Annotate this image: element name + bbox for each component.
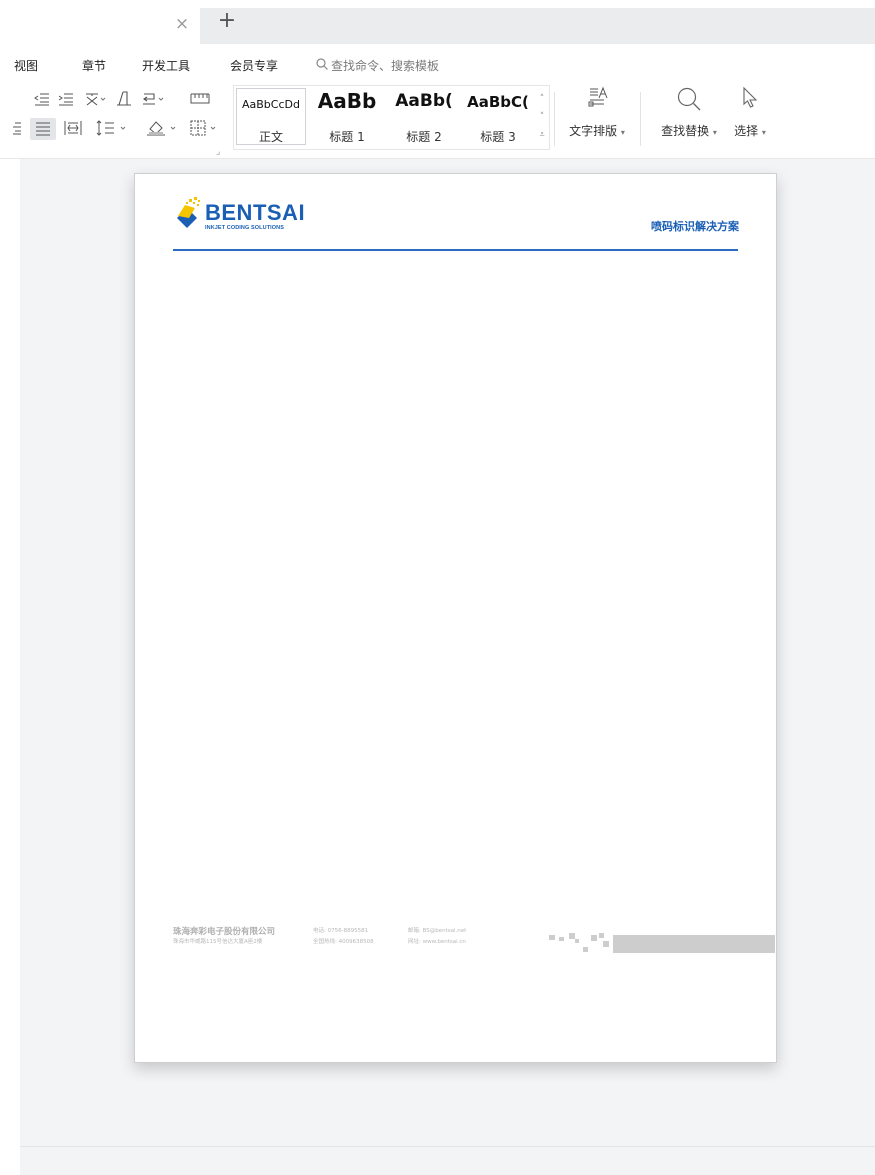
logo-mark-icon bbox=[177, 197, 200, 228]
chinese-layout-icon[interactable] bbox=[84, 91, 106, 110]
ribbon-separator bbox=[554, 92, 555, 146]
footer-address: 珠海市华威路115号信达大厦A座2楼 bbox=[173, 939, 263, 945]
search-icon bbox=[654, 86, 724, 116]
search-icon bbox=[316, 58, 328, 73]
style-gallery: AaBbCcDd 正文 AaBb 标题 1 AaBb( 标题 2 AaBbC( … bbox=[233, 85, 550, 150]
text-layout-label: 文字排版 bbox=[569, 124, 618, 138]
scroll-up-icon[interactable]: ˄ bbox=[537, 90, 547, 108]
footer-website: 网址: www.bentsai.cn bbox=[408, 939, 466, 945]
shading-icon[interactable] bbox=[146, 120, 180, 140]
decrease-indent-icon[interactable] bbox=[34, 92, 50, 110]
menu-bar: 视图 章节 开发工具 会员专享 查找命令、搜索模板 bbox=[0, 52, 875, 78]
dropdown-arrow-icon: ▾ bbox=[761, 128, 766, 137]
style-label: 标题 1 bbox=[329, 130, 365, 144]
more-styles-icon[interactable]: ⩡ bbox=[537, 126, 547, 144]
footer-email: 邮箱: BS@bentsai.net bbox=[408, 928, 467, 934]
document-page[interactable]: BENTSAI INKJET CODING SOLUTIONS 喷码标识解决方案… bbox=[134, 173, 777, 1063]
paragraph-dialog-launcher-icon[interactable]: ⌟ bbox=[216, 144, 220, 160]
menu-item-member[interactable]: 会员专享 bbox=[230, 57, 278, 74]
tab-area bbox=[0, 0, 200, 44]
close-tab-icon[interactable]: × bbox=[172, 14, 192, 34]
distribute-icon[interactable] bbox=[64, 120, 82, 140]
header-slogan: 喷码标识解决方案 bbox=[651, 220, 739, 233]
justify-icon[interactable] bbox=[30, 118, 56, 140]
command-search-box[interactable]: 查找命令、搜索模板 bbox=[316, 57, 439, 74]
header-divider bbox=[173, 249, 738, 251]
footer-phone: 电话: 0756-8895581 bbox=[313, 928, 369, 934]
workspace-left-margin bbox=[0, 159, 20, 1175]
select-button[interactable]: 选择 ▾ bbox=[728, 86, 772, 139]
style-label: 标题 2 bbox=[406, 130, 442, 144]
style-sample: AaBb bbox=[317, 89, 377, 113]
increase-indent-icon[interactable] bbox=[58, 92, 74, 110]
align-right-icon[interactable] bbox=[12, 121, 22, 139]
letterhead-footer: 珠海奔彩电子股份有限公司 珠海市华威路115号信达大厦A座2楼 电话: 0756… bbox=[173, 925, 775, 955]
style-sample: AaBbCcDd bbox=[242, 98, 300, 111]
scroll-down-icon[interactable]: ˅ bbox=[537, 108, 547, 126]
tab-strip-bar bbox=[200, 8, 875, 44]
menu-item-developer-tools[interactable]: 开发工具 bbox=[142, 57, 190, 74]
logo-tagline: INKJET CODING SOLUTIONS bbox=[205, 225, 284, 231]
find-replace-label: 查找替换 bbox=[661, 124, 710, 138]
cursor-arrow-icon bbox=[728, 86, 772, 116]
borders-icon[interactable] bbox=[190, 120, 220, 140]
ribbon-separator bbox=[640, 92, 641, 146]
new-tab-button[interactable]: + bbox=[216, 10, 238, 32]
style-heading-1[interactable]: AaBb 标题 1 bbox=[308, 86, 386, 147]
style-label: 标题 3 bbox=[480, 130, 516, 144]
style-gallery-scroll[interactable]: ˄ ˅ ⩡ bbox=[537, 90, 547, 144]
ruler-icon[interactable] bbox=[190, 91, 210, 110]
footer-gray-band bbox=[621, 935, 775, 953]
search-placeholder: 查找命令、搜索模板 bbox=[331, 59, 440, 73]
line-spacing-icon[interactable] bbox=[96, 120, 130, 140]
find-replace-button[interactable]: 查找替换 ▾ bbox=[654, 86, 724, 139]
status-bar-divider bbox=[20, 1146, 875, 1147]
style-normal[interactable]: AaBbCcDd 正文 bbox=[234, 86, 308, 147]
style-heading-3[interactable]: AaBbC( 标题 3 bbox=[462, 86, 534, 147]
line-break-icon[interactable] bbox=[142, 91, 166, 110]
style-sample: AaBb( bbox=[395, 91, 453, 111]
menu-item-section[interactable]: 章节 bbox=[82, 57, 106, 74]
paragraph-mark-icon[interactable] bbox=[116, 91, 132, 110]
footer-hotline: 全国热线: 4009638508 bbox=[313, 939, 374, 945]
footer-company-name: 珠海奔彩电子股份有限公司 bbox=[173, 927, 276, 937]
select-label: 选择 bbox=[734, 124, 759, 138]
style-sample: AaBbC( bbox=[467, 93, 529, 111]
company-logo: BENTSAI INKJET CODING SOLUTIONS bbox=[173, 194, 313, 240]
dropdown-arrow-icon: ▾ bbox=[712, 128, 717, 137]
style-heading-2[interactable]: AaBb( 标题 2 bbox=[386, 86, 462, 147]
style-label: 正文 bbox=[258, 130, 283, 144]
word-processor-window: × + 视图 章节 开发工具 会员专享 查找命令、搜索模板 ⌟ AaBbCcDd… bbox=[0, 0, 875, 1175]
text-layout-button[interactable]: 文字排版 ▾ bbox=[566, 86, 628, 139]
logo-wordmark: BENTSAI bbox=[205, 200, 306, 225]
text-layout-icon bbox=[566, 86, 628, 116]
dropdown-arrow-icon: ▾ bbox=[620, 128, 625, 137]
tab-strip: × + bbox=[0, 0, 875, 44]
menu-item-view[interactable]: 视图 bbox=[14, 57, 38, 74]
